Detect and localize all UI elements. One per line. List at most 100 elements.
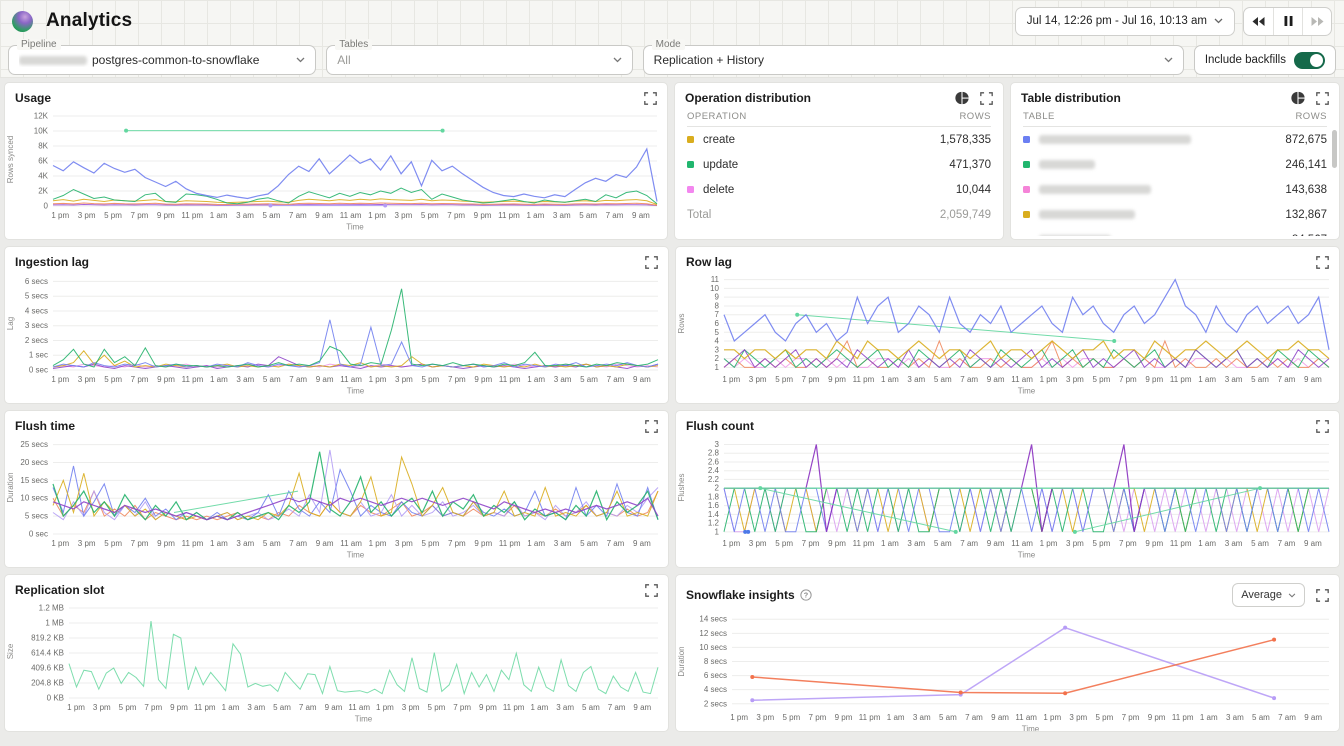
svg-text:6: 6	[715, 319, 720, 328]
svg-text:9 pm: 9 pm	[474, 211, 492, 220]
svg-text:7 am: 7 am	[607, 375, 625, 384]
svg-text:3 am: 3 am	[556, 703, 574, 712]
svg-text:1 pm: 1 pm	[51, 539, 69, 548]
svg-text:1 am: 1 am	[210, 539, 228, 548]
date-range-label: Jul 14, 12:26 pm - Jul 16, 10:13 am	[1027, 15, 1207, 27]
series-swatch	[1023, 211, 1030, 218]
row-value: 143,638	[1285, 184, 1327, 196]
table-row: delete10,044	[687, 177, 991, 202]
table-distribution-table: TABLEROWS872,675246,141143,638132,86784,…	[1011, 106, 1339, 236]
tables-value: All	[337, 53, 350, 67]
svg-text:3: 3	[715, 345, 720, 354]
svg-text:2 secs: 2 secs	[25, 336, 48, 345]
svg-text:1 pm: 1 pm	[51, 211, 69, 220]
app-logo	[12, 11, 33, 32]
svg-text:20 secs: 20 secs	[20, 458, 48, 467]
svg-text:6 secs: 6 secs	[25, 277, 48, 286]
expand-icon[interactable]	[1316, 589, 1329, 602]
help-icon[interactable]: ?	[800, 589, 812, 601]
pie-chart-icon[interactable]	[955, 91, 969, 105]
svg-text:5 pm: 5 pm	[1096, 713, 1114, 722]
svg-text:5 pm: 5 pm	[104, 211, 122, 220]
forward-button[interactable]	[1302, 8, 1331, 35]
expand-icon[interactable]	[645, 420, 658, 433]
svg-text:2K: 2K	[38, 187, 48, 196]
svg-text:11 am: 11 am	[340, 539, 362, 548]
scrollbar-thumb[interactable]	[1332, 130, 1337, 168]
pause-icon	[1284, 16, 1293, 26]
svg-text:1 pm: 1 pm	[51, 375, 69, 384]
expand-icon[interactable]	[1316, 92, 1329, 105]
svg-text:Time: Time	[355, 715, 373, 724]
svg-text:3 pm: 3 pm	[1066, 539, 1084, 548]
chart-title: Row lag	[686, 255, 732, 269]
svg-text:1 pm: 1 pm	[722, 539, 740, 548]
include-backfills-toggle[interactable]	[1294, 52, 1325, 69]
svg-text:5 am: 5 am	[934, 539, 952, 548]
svg-text:0 sec: 0 sec	[29, 530, 48, 539]
svg-text:3 am: 3 am	[1226, 713, 1244, 722]
svg-text:3 pm: 3 pm	[1069, 713, 1087, 722]
svg-text:7 am: 7 am	[299, 703, 317, 712]
svg-text:1 pm: 1 pm	[722, 375, 740, 384]
pie-chart-icon[interactable]	[1291, 91, 1305, 105]
tables-label: Tables	[335, 39, 372, 50]
include-backfills-control: Include backfills	[1194, 45, 1336, 75]
pause-button[interactable]	[1273, 8, 1302, 35]
svg-text:7 pm: 7 pm	[1122, 713, 1140, 722]
page-title: Analytics	[46, 10, 132, 32]
svg-text:3 pm: 3 pm	[78, 211, 96, 220]
svg-text:9 pm: 9 pm	[170, 703, 188, 712]
forward-icon	[1311, 17, 1324, 26]
expand-icon[interactable]	[645, 584, 658, 597]
svg-text:7 pm: 7 pm	[131, 375, 149, 384]
rewind-button[interactable]	[1244, 8, 1273, 35]
rewind-icon	[1252, 17, 1265, 26]
svg-text:11 pm: 11 pm	[859, 713, 881, 722]
svg-text:3 pm: 3 pm	[395, 539, 413, 548]
svg-text:2: 2	[715, 354, 720, 363]
svg-text:11 pm: 11 pm	[194, 703, 216, 712]
charts-grid: Usage 02K4K6K8K10K12K1 pm3 pm5 pm7 pm9 p…	[0, 78, 1344, 736]
svg-text:1 pm: 1 pm	[369, 375, 387, 384]
svg-text:5 pm: 5 pm	[1093, 539, 1111, 548]
svg-text:2.2: 2.2	[708, 475, 720, 484]
svg-text:11 pm: 11 pm	[503, 703, 525, 712]
svg-text:3 am: 3 am	[236, 539, 254, 548]
svg-text:5 pm: 5 pm	[775, 539, 793, 548]
svg-text:1 am: 1 am	[526, 211, 544, 220]
tables-select[interactable]: Tables All	[326, 45, 632, 75]
svg-text:11 am: 11 am	[1011, 375, 1033, 384]
svg-text:5 am: 5 am	[1251, 539, 1269, 548]
ingestion-lag-card: Ingestion lag 0 sec1 sec2 secs3 secs4 se…	[4, 246, 669, 404]
expand-icon[interactable]	[645, 256, 658, 269]
table-row: 84,567	[1023, 227, 1327, 236]
svg-text:5 am: 5 am	[582, 703, 600, 712]
expand-icon[interactable]	[980, 92, 993, 105]
svg-text:9 am: 9 am	[991, 713, 1009, 722]
row-value: 1,578,335	[940, 134, 991, 146]
svg-text:Duration: Duration	[677, 646, 686, 676]
svg-text:7: 7	[715, 310, 720, 319]
svg-text:9 pm: 9 pm	[835, 713, 853, 722]
date-range-button[interactable]: Jul 14, 12:26 pm - Jul 16, 10:13 am	[1015, 7, 1235, 36]
row-value: 132,867	[1285, 209, 1327, 221]
svg-text:3 pm: 3 pm	[394, 211, 412, 220]
svg-text:9 pm: 9 pm	[1145, 375, 1163, 384]
expand-icon[interactable]	[1316, 420, 1329, 433]
svg-text:1 am: 1 am	[210, 211, 228, 220]
expand-icon[interactable]	[1316, 256, 1329, 269]
svg-text:15 secs: 15 secs	[20, 476, 48, 485]
svg-text:3 pm: 3 pm	[749, 539, 767, 548]
svg-text:4 secs: 4 secs	[25, 306, 48, 315]
chevron-down-icon	[1214, 18, 1223, 24]
pipeline-select[interactable]: Pipeline postgres-common-to-snowflake	[8, 45, 316, 75]
svg-text:2.8: 2.8	[708, 449, 720, 458]
table-row: 143,638	[1023, 177, 1327, 202]
aggregate-select[interactable]: Average	[1232, 583, 1305, 607]
svg-text:9 pm: 9 pm	[828, 375, 846, 384]
mode-select[interactable]: Mode Replication + History	[643, 45, 1184, 75]
svg-text:0: 0	[44, 202, 49, 211]
expand-icon[interactable]	[644, 92, 657, 105]
svg-text:11: 11	[711, 275, 720, 284]
